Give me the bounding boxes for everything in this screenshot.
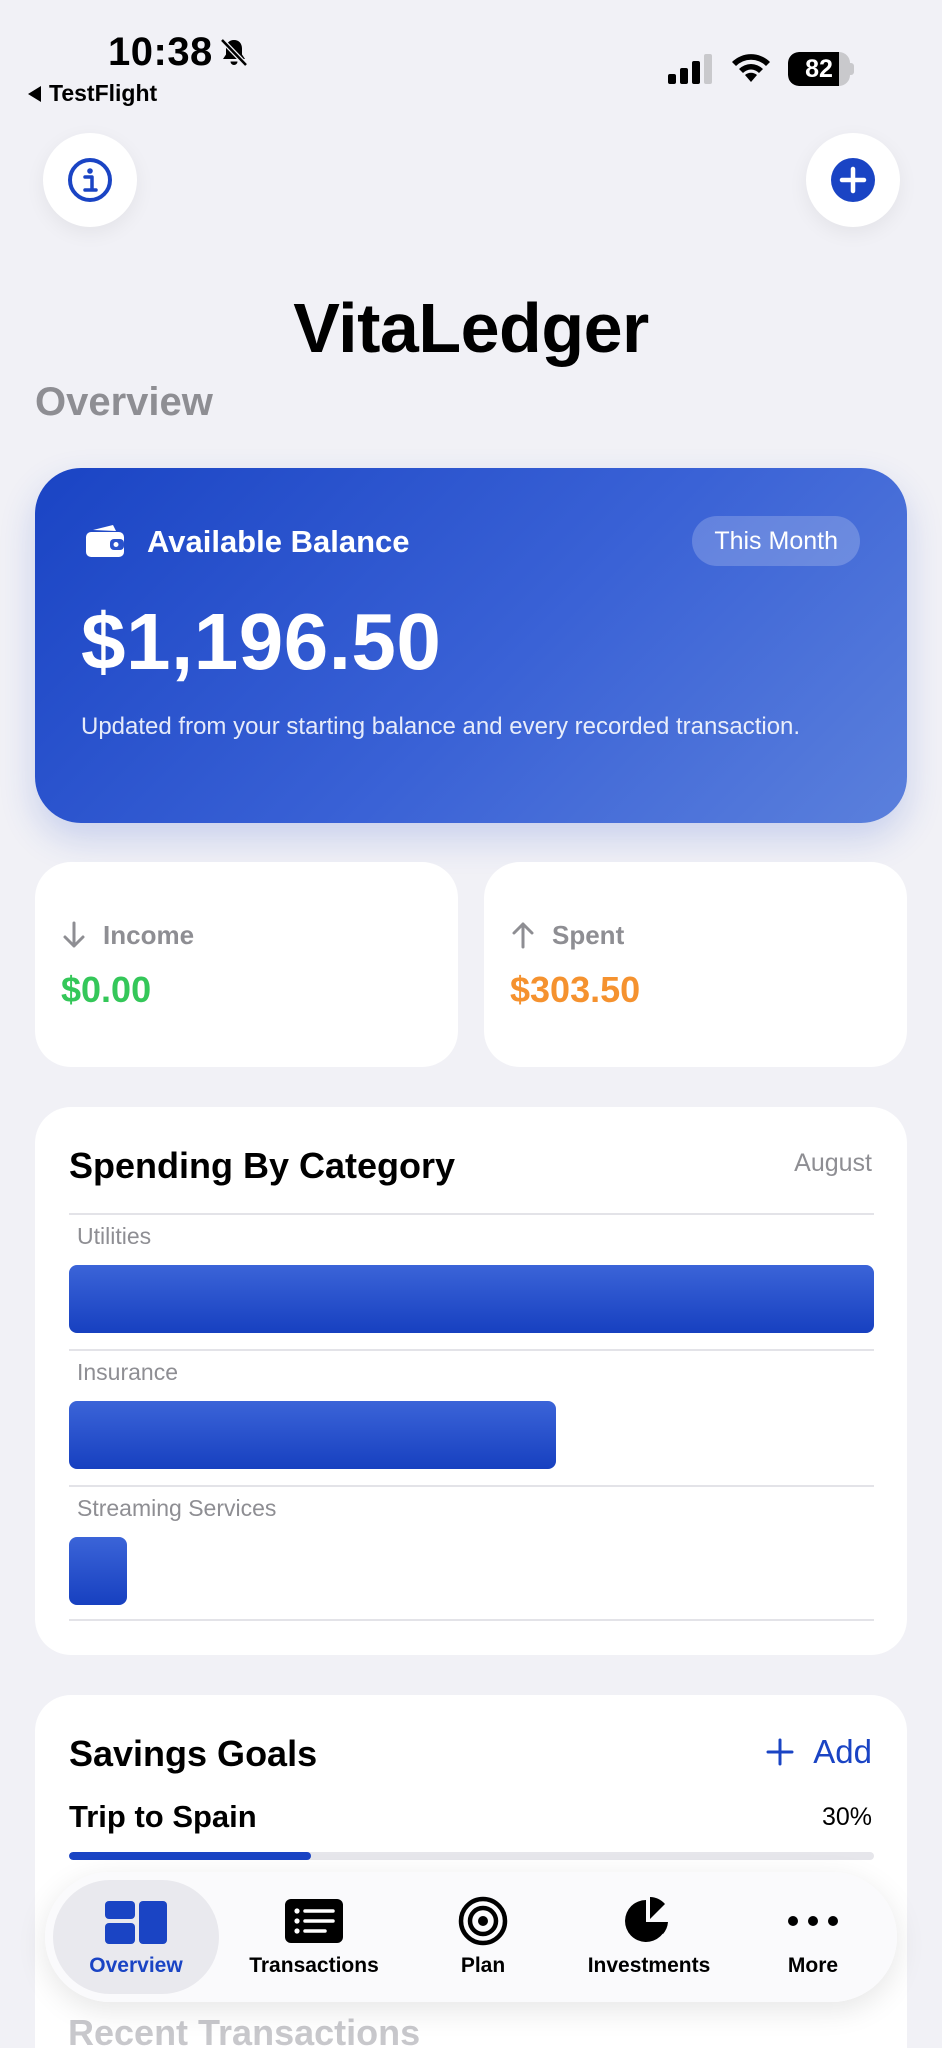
tab-transactions[interactable]: Transactions: [231, 1880, 397, 1994]
battery-indicator: 82: [788, 52, 854, 86]
category-name: Streaming Services: [77, 1495, 277, 1521]
tab-plan[interactable]: Plan: [411, 1880, 555, 1994]
tab-overview[interactable]: Overview: [53, 1880, 219, 1994]
period-pill[interactable]: This Month: [692, 516, 860, 566]
goal-progress-fill: [69, 1852, 311, 1860]
tab-bar: Overview Transactions Plan Investments M…: [45, 1872, 897, 2002]
category-row: Insurance: [69, 1349, 874, 1485]
balance-label: Available Balance: [147, 524, 410, 559]
section-label: Overview: [35, 380, 213, 424]
goal-name[interactable]: Trip to Spain: [69, 1799, 257, 1835]
spending-title: Spending By Category: [69, 1145, 456, 1186]
battery-percent: 82: [805, 55, 833, 83]
status-bar: 10:38 TestFlight 82: [0, 0, 942, 110]
savings-title: Savings Goals: [69, 1733, 318, 1774]
back-to-app-link[interactable]: TestFlight: [28, 80, 157, 107]
wifi-icon: [732, 54, 770, 82]
recent-transactions-title: Recent Transactions: [68, 2012, 421, 2048]
category-row: Utilities: [69, 1213, 874, 1349]
status-time: 10:38: [108, 30, 213, 74]
target-icon: [458, 1896, 508, 1946]
add-goal-label: Add: [813, 1733, 872, 1770]
bell-slash-icon: [220, 38, 248, 67]
pie-chart-icon: [625, 1897, 668, 1942]
info-icon: [68, 158, 112, 202]
category-name: Insurance: [77, 1359, 179, 1385]
balance-card: Available Balance This Month $1,196.50 U…: [35, 468, 907, 823]
balance-note: Updated from your starting balance and e…: [81, 713, 801, 740]
plus-icon: [766, 1738, 794, 1766]
arrow-down-icon: [63, 921, 85, 948]
income-card[interactable]: Income $0.00: [35, 862, 458, 1067]
tab-investments[interactable]: Investments: [569, 1880, 729, 1994]
category-name: Utilities: [77, 1223, 152, 1249]
list-icon: [285, 1899, 343, 1943]
app-title: VitaLedger: [293, 289, 649, 367]
category-row: Streaming Services: [69, 1485, 874, 1621]
cellular-signal-icon: [668, 54, 712, 84]
goal-percent: 30%: [821, 1803, 872, 1831]
tab-label: Transactions: [249, 1954, 379, 1977]
spent-card[interactable]: Spent $303.50: [484, 862, 907, 1067]
income-label: Income: [103, 920, 195, 950]
spent-label: Spent: [552, 920, 625, 950]
tab-label: Plan: [460, 1954, 506, 1977]
plus-circle-icon: [831, 158, 875, 202]
ellipsis-icon: [788, 1916, 838, 1926]
back-triangle-icon: [28, 85, 41, 102]
balance-amount: $1,196.50: [81, 597, 442, 686]
wallet-icon: [86, 525, 124, 557]
add-goal-button[interactable]: Add: [765, 1733, 872, 1771]
category-bar: [69, 1537, 127, 1605]
spending-by-category-card: Spending By Category August Utilities In…: [35, 1107, 907, 1655]
arrow-up-icon: [512, 922, 534, 949]
tab-label: More: [787, 1954, 839, 1977]
tab-label: Investments: [587, 1954, 711, 1977]
overview-icon: [105, 1901, 167, 1944]
back-app-label: TestFlight: [49, 80, 158, 106]
goal-progress-track: [69, 1852, 874, 1860]
tab-more[interactable]: More: [741, 1880, 885, 1994]
spent-value: $303.50: [510, 969, 641, 1010]
category-bar: [69, 1401, 557, 1469]
tab-label: Overview: [89, 1954, 183, 1977]
info-button[interactable]: [43, 133, 137, 227]
category-bar: [69, 1265, 874, 1333]
spending-month: August: [794, 1149, 872, 1177]
add-transaction-button[interactable]: [806, 133, 900, 227]
income-value: $0.00: [61, 969, 152, 1010]
